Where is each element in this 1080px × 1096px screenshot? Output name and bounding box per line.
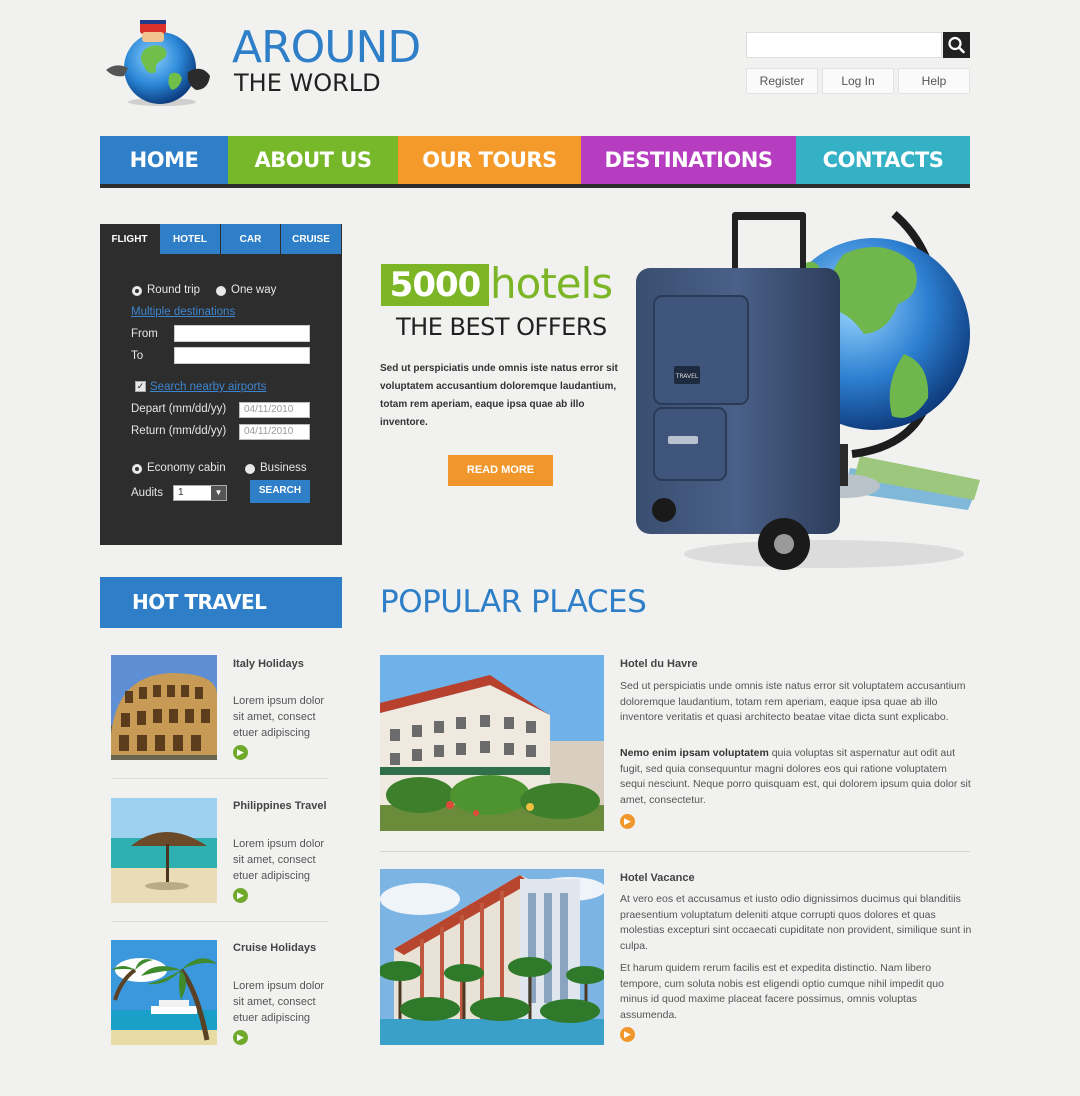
arrow-right-icon[interactable]: ▶ (233, 745, 248, 760)
divider (380, 851, 970, 852)
hotel-vacance-image[interactable] (380, 869, 604, 1045)
booking-search-button[interactable]: SEARCH (250, 480, 310, 503)
nav-destinations[interactable]: DESTINATIONS (581, 136, 796, 184)
tab-cruise[interactable]: CRUISE (281, 224, 341, 254)
nav-our-tours[interactable]: OUR TOURS (398, 136, 581, 184)
arrow-right-icon[interactable]: ▶ (233, 888, 248, 903)
hot-item-title[interactable]: Cruise Holidays (233, 940, 333, 956)
tab-car[interactable]: CAR (221, 224, 280, 254)
economy-radio[interactable] (132, 464, 142, 474)
hero-subheadline: THE BEST OFFERS (396, 313, 607, 341)
place-text: Nemo enim ipsam voluptatem quia voluptas… (620, 746, 972, 808)
booking-tabs: FLIGHT HOTEL CAR CRUISE (100, 224, 342, 254)
hot-item-title[interactable]: Italy Holidays (233, 656, 333, 672)
round-trip-label: Round trip (147, 284, 201, 296)
business-label: Business (260, 462, 307, 474)
booking-panel: FLIGHT HOTEL CAR CRUISE Round trip One w… (100, 224, 342, 545)
search-icon (948, 36, 965, 54)
chevron-down-icon: ▼ (211, 486, 226, 500)
arrow-right-icon[interactable]: ▶ (620, 814, 635, 829)
site-title: AROUND (232, 22, 421, 73)
read-more-button[interactable]: READ MORE (448, 455, 553, 486)
search-input[interactable] (746, 32, 942, 58)
place-text: At vero eos et accusamus et iusto odio d… (620, 893, 972, 952)
divider (111, 778, 329, 779)
italy-image[interactable] (111, 655, 217, 760)
nav-about-us[interactable]: ABOUT US (228, 136, 398, 184)
nav-contacts[interactable]: CONTACTS (796, 136, 970, 184)
main-nav: HOME ABOUT US OUR TOURS DESTINATIONS CON… (100, 136, 970, 188)
divider (111, 921, 329, 922)
one-way-radio[interactable] (216, 286, 226, 296)
hot-item-text: Lorem ipsum dolor sit amet, consect etue… (233, 980, 325, 1024)
from-label: From (131, 328, 158, 340)
philippines-image[interactable] (111, 798, 217, 903)
place-name[interactable]: Hotel du Havre (620, 656, 698, 672)
economy-label: Economy cabin (147, 462, 226, 474)
depart-date-input[interactable]: 04/11/2010 (239, 402, 310, 418)
register-link[interactable]: Register (746, 68, 818, 94)
hotel-du-havre-image[interactable] (380, 655, 604, 831)
logo-globe-icon[interactable] (104, 16, 216, 108)
place-text-bold: Nemo enim ipsam voluptatem (620, 747, 769, 759)
round-trip-radio[interactable] (132, 286, 142, 296)
return-label: Return (mm/dd/yy) (131, 425, 227, 437)
tab-hotel[interactable]: HOTEL (160, 224, 220, 254)
luggage-globe-image: TRAVEL (624, 204, 984, 580)
multiple-destinations-link[interactable]: Multiple destinations (131, 306, 235, 318)
adults-value: 1 (178, 487, 184, 498)
hot-item-text: Lorem ipsum dolor sit amet, consect etue… (233, 838, 325, 882)
adults-select[interactable]: 1 ▼ (173, 485, 227, 501)
hero-text: Sed ut perspiciatis unde omnis iste natu… (380, 363, 618, 428)
return-date-input[interactable]: 04/11/2010 (239, 424, 310, 440)
arrow-right-icon[interactable]: ▶ (620, 1027, 635, 1042)
to-label: To (131, 350, 144, 362)
hero-headline: hotels (490, 259, 613, 308)
hot-travel-heading: HOT TRAVEL (100, 577, 342, 628)
nearby-airports-label[interactable]: Search nearby airports (150, 381, 266, 393)
one-way-label: One way (231, 284, 277, 296)
arrow-right-icon[interactable]: ▶ (233, 1030, 248, 1045)
business-radio[interactable] (245, 464, 255, 474)
search-button[interactable] (943, 32, 970, 58)
adults-label: Audits (131, 487, 163, 499)
depart-label: Depart (mm/dd/yy) (131, 403, 227, 415)
place-text: Et harum quidem rerum facilis est et exp… (620, 962, 944, 1021)
place-name[interactable]: Hotel Vacance (620, 870, 695, 886)
nearby-airports-checkbox[interactable]: ✓ (135, 381, 146, 392)
hot-item-title[interactable]: Philippines Travel (233, 798, 333, 814)
luggage-tag-text: TRAVEL (675, 373, 699, 380)
cruise-image[interactable] (111, 940, 217, 1045)
nav-home[interactable]: HOME (100, 136, 228, 184)
tab-flight[interactable]: FLIGHT (100, 224, 159, 254)
hotels-count-badge: 5000 (381, 264, 489, 306)
place-text: Sed ut perspiciatis unde omnis iste natu… (620, 680, 966, 723)
hot-item-text: Lorem ipsum dolor sit amet, consect etue… (233, 695, 325, 739)
to-input[interactable] (174, 347, 310, 364)
site-subtitle: THE WORLD (234, 69, 381, 97)
popular-places-heading: POPULAR PLACES (380, 584, 647, 620)
login-link[interactable]: Log In (822, 68, 894, 94)
help-link[interactable]: Help (898, 68, 970, 94)
from-input[interactable] (174, 325, 310, 342)
